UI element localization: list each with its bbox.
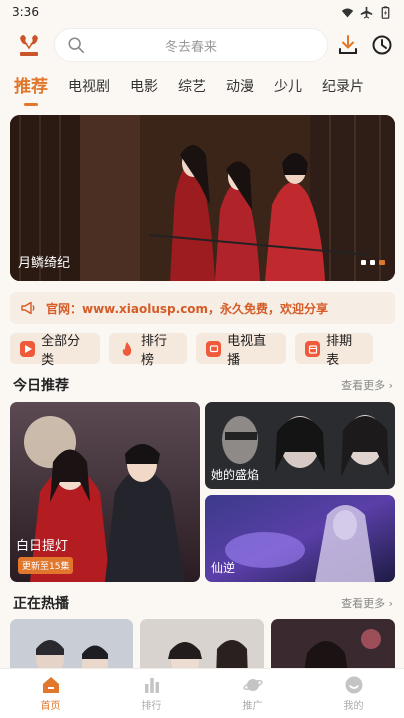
history-icon[interactable] <box>371 34 393 56</box>
grid-icon <box>20 340 36 357</box>
download-icon[interactable] <box>337 34 359 56</box>
today-card-3[interactable]: 仙逆 <box>205 495 395 582</box>
hot-section-title: 正在热播 <box>13 596 69 612</box>
search-placeholder: 冬去春来 <box>164 39 217 55</box>
today-more-link[interactable]: 查看更多 › <box>341 377 393 393</box>
status-icons <box>341 5 392 19</box>
flame-icon <box>119 341 135 357</box>
nav-promote[interactable]: 推广 <box>223 675 283 712</box>
announcement-bar[interactable]: 官网：www.xiaolusp.com，永久免费，欢迎分享 <box>10 292 395 324</box>
tab-movies[interactable]: 电影 <box>130 74 158 100</box>
all-categories-button[interactable]: 全部分类 <box>10 333 100 368</box>
tv-icon <box>206 340 222 357</box>
wifi-icon <box>341 7 354 17</box>
all-categories-label: 全部分类 <box>41 333 81 368</box>
schedule-button[interactable]: 排期表 <box>295 333 373 368</box>
search-bar[interactable]: 冬去春来 <box>54 28 328 62</box>
tab-variety[interactable]: 综艺 <box>178 74 206 100</box>
bar-chart-icon <box>144 678 159 693</box>
status-bar: 3:36 <box>0 0 404 24</box>
ranking-label: 排行榜 <box>141 333 168 368</box>
category-tabs: 推荐 电视剧 电影 综艺 动漫 少儿 纪录片 <box>0 74 404 108</box>
card-title: 她的盛焰 <box>211 468 260 482</box>
banner-pagination <box>361 260 385 265</box>
battery-icon <box>381 5 390 19</box>
home-icon <box>42 677 59 693</box>
today-card-main[interactable]: 白日提灯 更新至15集 <box>10 402 200 582</box>
airplane-icon <box>360 6 373 19</box>
featured-banner[interactable]: 月鳞绮纪 <box>10 115 395 281</box>
planet-icon <box>242 679 263 691</box>
card-title: 仙逆 <box>211 561 236 575</box>
poster-image <box>10 402 200 582</box>
header: 冬去春来 <box>0 26 404 66</box>
card-title: 白日提灯 <box>16 539 69 554</box>
banner-dot[interactable] <box>370 260 375 265</box>
nav-me-label: 我的 <box>343 701 364 712</box>
calendar-icon <box>305 340 321 357</box>
tab-tv-series[interactable]: 电视剧 <box>68 74 110 100</box>
nav-home-label: 首页 <box>40 701 61 712</box>
nav-ranking[interactable]: 排行 <box>122 675 182 712</box>
status-time: 3:36 <box>12 5 39 19</box>
banner-dot-active[interactable] <box>379 260 385 265</box>
nav-promote-label: 推广 <box>242 701 263 712</box>
hot-more-link[interactable]: 查看更多 › <box>341 595 393 611</box>
nav-home[interactable]: 首页 <box>21 675 81 712</box>
banner-dot[interactable] <box>361 260 366 265</box>
episode-badge: 更新至15集 <box>18 557 74 574</box>
nav-ranking-label: 排行 <box>141 701 162 712</box>
banner-title: 月鳞绮纪 <box>18 256 71 271</box>
tab-recommend[interactable]: 推荐 <box>14 74 48 100</box>
announcement-text: 官网：www.xiaolusp.com，永久免费，欢迎分享 <box>46 301 329 316</box>
today-card-2[interactable]: 她的盛焰 <box>205 402 395 489</box>
tab-kids[interactable]: 少儿 <box>274 74 302 100</box>
megaphone-icon <box>21 301 35 315</box>
smiley-icon <box>345 676 362 694</box>
schedule-label: 排期表 <box>326 333 353 368</box>
live-tv-label: 电视直播 <box>227 333 267 368</box>
nav-me[interactable]: 我的 <box>324 675 384 712</box>
ranking-button[interactable]: 排行榜 <box>109 333 187 368</box>
live-tv-button[interactable]: 电视直播 <box>196 333 286 368</box>
app-logo[interactable] <box>14 30 44 60</box>
quick-links: 全部分类 排行榜 电视直播 排期表 <box>10 333 373 368</box>
tab-anime[interactable]: 动漫 <box>226 74 254 100</box>
tab-documentary[interactable]: 纪录片 <box>322 74 364 100</box>
bottom-nav: 首页 排行 推广 我的 <box>0 668 404 718</box>
today-section-title: 今日推荐 <box>13 378 69 394</box>
search-icon <box>68 37 85 54</box>
